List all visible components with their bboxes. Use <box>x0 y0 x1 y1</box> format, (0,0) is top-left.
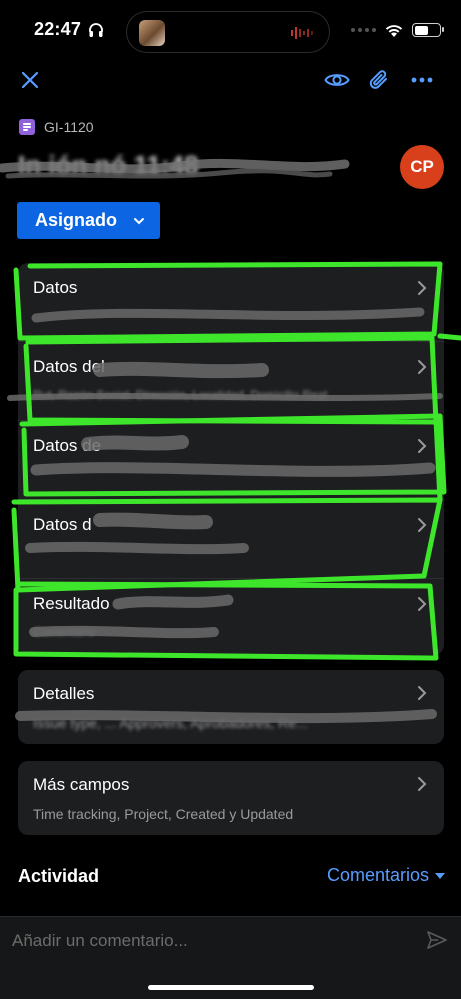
paperclip-icon <box>369 70 387 89</box>
caret-down-icon <box>435 872 445 879</box>
activity-heading: Actividad <box>18 866 100 886</box>
wifi-icon <box>385 24 403 37</box>
headphones-icon <box>89 23 103 37</box>
field-value: Rut, Razón Social, Dirección, Localidad,… <box>33 388 328 402</box>
more-icon <box>411 77 433 83</box>
assignee-avatar[interactable]: CP <box>400 145 444 189</box>
status-bar: 22:47 <box>0 0 461 62</box>
more-fields-label: Más campos <box>33 775 130 794</box>
dynamic-island[interactable] <box>126 11 330 53</box>
status-label: Asignado <box>35 210 118 230</box>
details-value: Issue type, ... Approvers, Aprobadores, … <box>33 715 308 731</box>
field-label: Datos d <box>33 515 92 534</box>
field-label: Datos <box>33 278 78 297</box>
activity-filter-dropdown[interactable]: Comentarios <box>327 865 445 886</box>
comment-bar <box>0 916 461 999</box>
status-time: 22:47 <box>34 19 82 39</box>
chevron-right-icon <box>418 360 427 374</box>
close-icon <box>21 71 39 89</box>
field-label: Datos de <box>33 436 102 455</box>
send-icon[interactable] <box>427 931 447 949</box>
battery-icon <box>412 23 444 37</box>
eye-icon <box>324 74 350 86</box>
chevron-right-icon <box>418 439 427 453</box>
chevron-down-icon <box>134 217 145 224</box>
field-row-datos-de[interactable]: Datos de <box>18 421 444 499</box>
status-indicators <box>351 20 444 40</box>
issue-title[interactable]: In ión nó 11:48 <box>18 150 348 186</box>
field-row-datos[interactable]: Datos <box>18 263 444 341</box>
home-indicator[interactable] <box>148 985 314 990</box>
details-card[interactable]: Detalles Issue type, ... Approvers, Apro… <box>18 670 444 744</box>
field-row-resultado[interactable]: Resultado Comentario <box>18 579 444 657</box>
field-row-datos-del[interactable]: Datos del Rut, Razón Social, Dirección, … <box>18 342 444 420</box>
cellular-signal-icon <box>351 28 376 32</box>
attach-button[interactable] <box>365 66 393 94</box>
field-row-datos-d[interactable]: Datos d <box>18 500 444 578</box>
issue-key-label: GI-1120 <box>44 119 94 135</box>
audio-waveform-icon <box>291 27 313 39</box>
more-fields-value: Time tracking, Project, Created y Update… <box>33 806 294 822</box>
field-value: Comentario <box>33 625 96 639</box>
more-fields-card[interactable]: Más campos Time tracking, Project, Creat… <box>18 761 444 835</box>
now-playing-artwork <box>139 20 165 46</box>
field-label: Datos del <box>33 357 105 376</box>
chevron-right-icon <box>418 686 427 700</box>
comment-input[interactable] <box>12 929 412 953</box>
chevron-right-icon <box>418 281 427 295</box>
details-label: Detalles <box>33 684 95 703</box>
task-type-icon <box>19 119 35 135</box>
chevron-right-icon <box>418 518 427 532</box>
more-options-button[interactable] <box>407 66 437 94</box>
chevron-right-icon <box>418 777 427 791</box>
activity-filter-label: Comentarios <box>326 865 429 885</box>
chevron-right-icon <box>418 597 427 611</box>
watch-button[interactable] <box>322 66 352 94</box>
close-button[interactable] <box>16 66 44 94</box>
issue-key[interactable]: GI-1120 <box>19 119 94 135</box>
field-label: Resultado <box>33 594 110 613</box>
status-button[interactable]: Asignado <box>17 202 160 239</box>
